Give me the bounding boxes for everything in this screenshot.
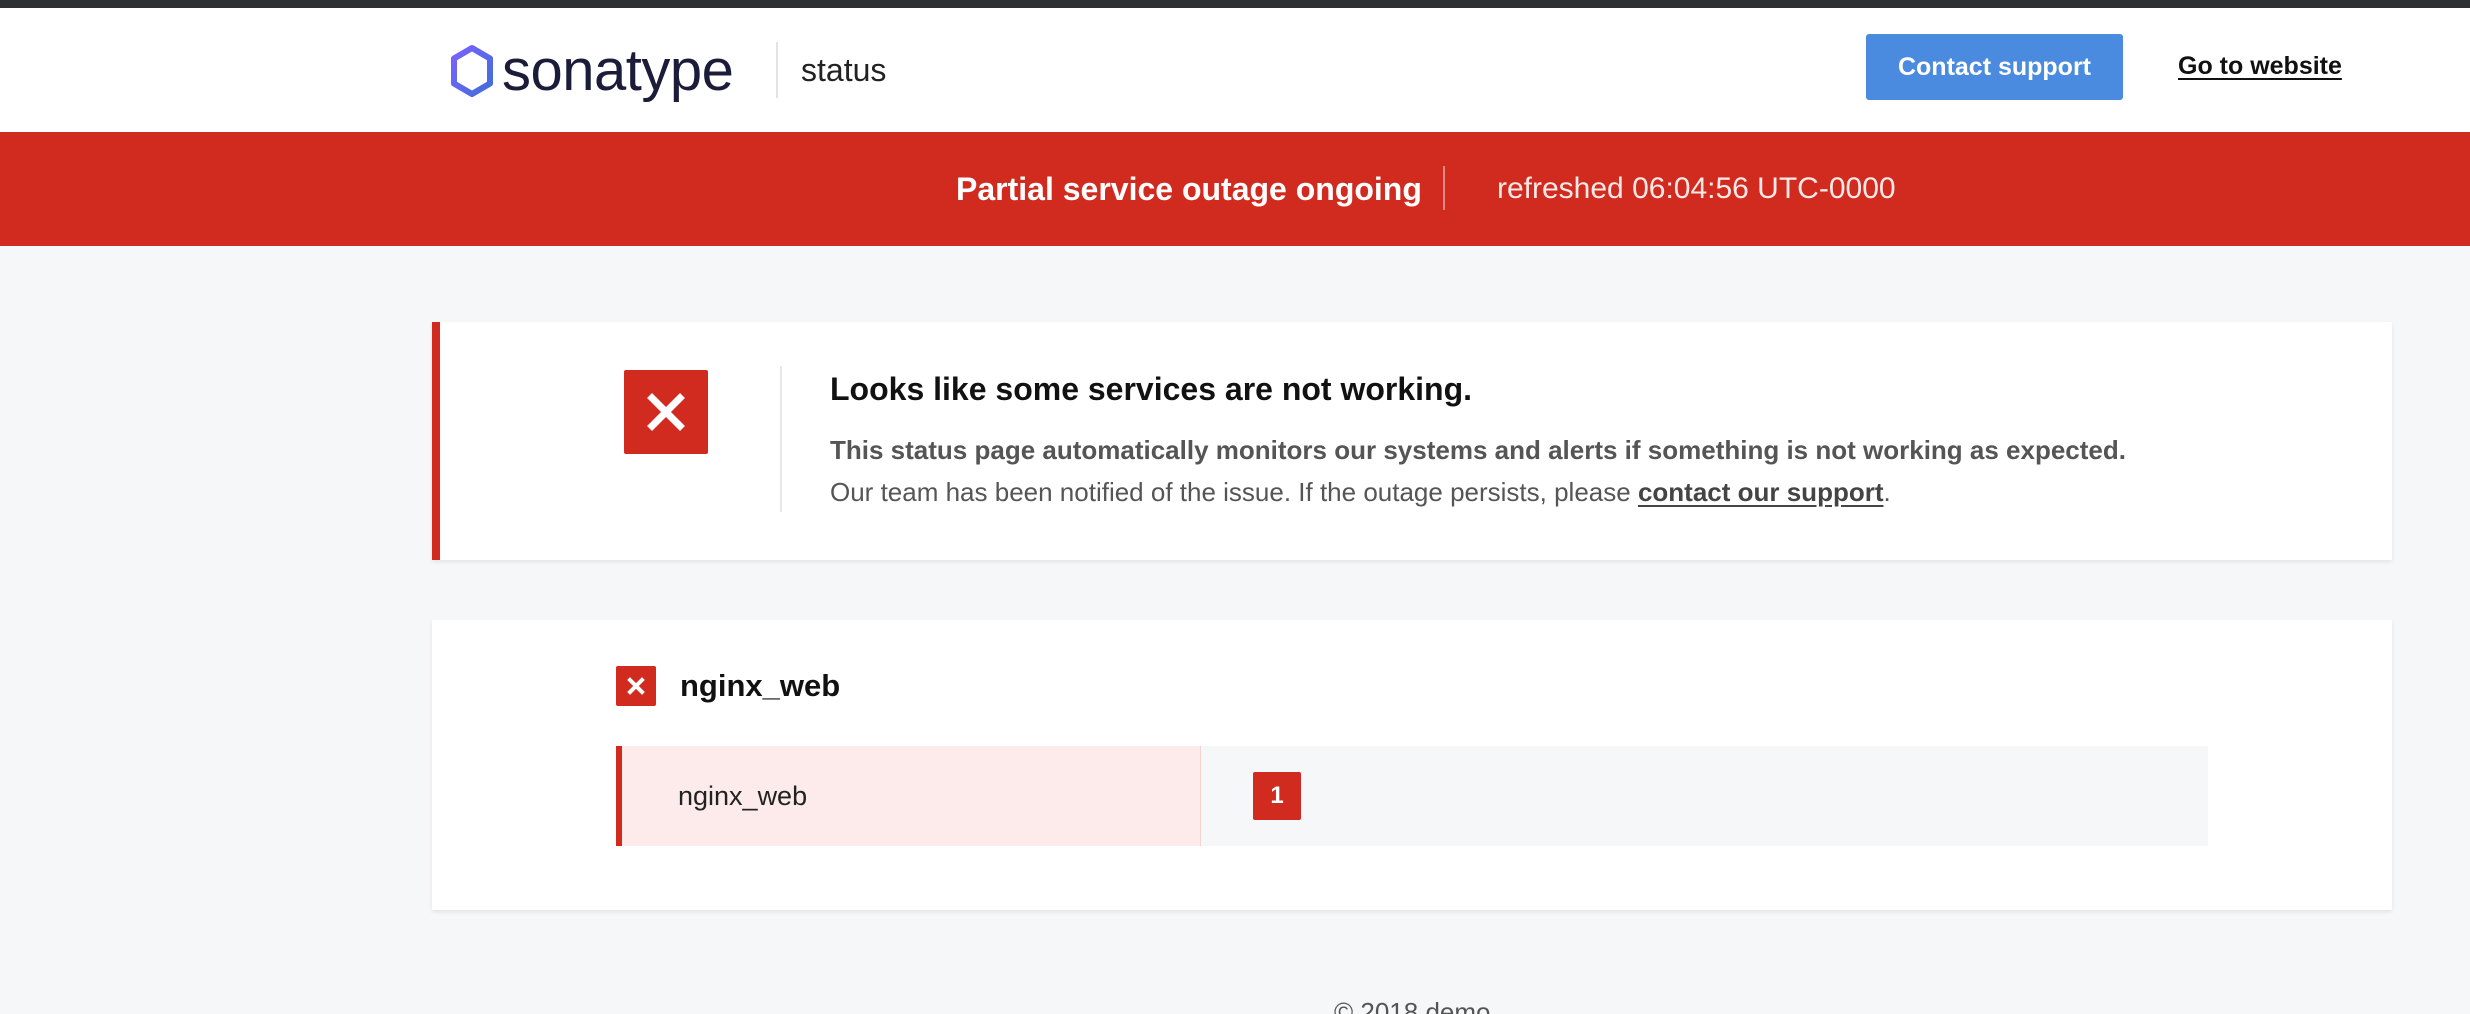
service-name: nginx_web <box>616 746 1201 846</box>
page-label: status <box>801 52 887 88</box>
alert-title: Looks like some services are not working… <box>830 371 1473 407</box>
alert-support-note-end: . <box>1883 477 1891 507</box>
service-error-icon <box>616 666 656 706</box>
alert-support-note-text: Our team has been notified of the issue.… <box>830 477 1638 507</box>
service-count-cell: 1 <box>1201 746 2208 846</box>
alert-description: This status page automatically monitors … <box>830 435 2126 465</box>
header-divider <box>776 42 778 98</box>
footer-copyright: © 2018 demo <box>1334 997 1491 1014</box>
hexagon-logo-icon <box>451 45 493 97</box>
contact-support-button[interactable]: Contact support <box>1866 34 2123 100</box>
sonatype-logo[interactable]: sonatype <box>448 34 734 108</box>
refresh-timestamp: refreshed 06:04:56 UTC-0000 <box>1497 172 1896 205</box>
status-banner: Partial service outage ongoing refreshed… <box>0 132 2470 246</box>
service-row[interactable]: nginx_web 1 <box>616 746 2208 846</box>
alert-support-note: Our team has been notified of the issue.… <box>830 474 1891 510</box>
contact-our-support-link[interactable]: contact our support <box>1638 477 1884 507</box>
service-group-title: nginx_web <box>680 668 841 703</box>
go-to-website-link[interactable]: Go to website <box>2178 52 2342 81</box>
banner-title: Partial service outage ongoing <box>956 171 1422 207</box>
close-x-icon <box>624 370 708 454</box>
alert-divider <box>780 366 782 512</box>
outage-alert-card: Looks like some services are not working… <box>432 322 2392 560</box>
brand-name: sonatype <box>502 38 734 103</box>
failure-count-badge: 1 <box>1253 772 1301 820</box>
service-group-card: nginx_web nginx_web 1 <box>432 620 2392 910</box>
site-header: sonatype status Contact support Go to we… <box>0 8 2470 132</box>
banner-divider <box>1443 166 1445 210</box>
top-accent-bar <box>0 0 2470 8</box>
